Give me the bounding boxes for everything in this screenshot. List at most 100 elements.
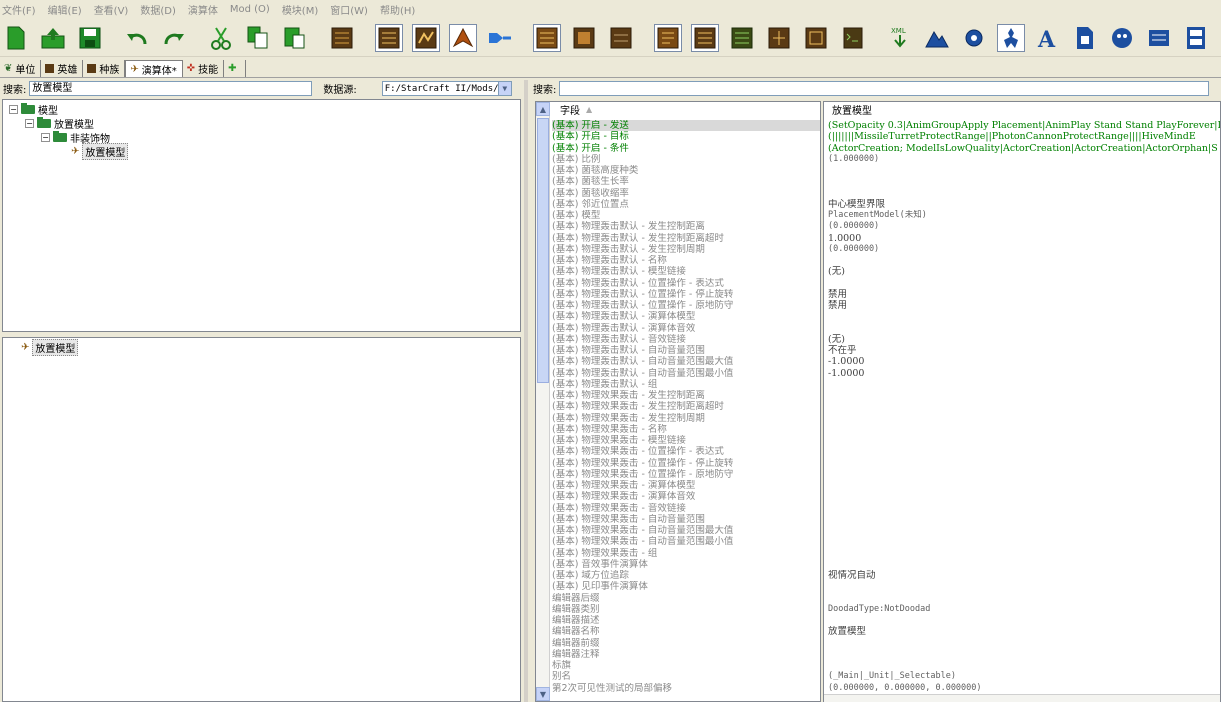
menu-actor[interactable]: 演算体	[188, 2, 218, 17]
field-row[interactable]: (基本) 物理效果轰击 - 音效链接	[552, 503, 820, 514]
value-cell[interactable]: (0.000000)	[828, 221, 1220, 232]
list-item[interactable]: ✈ 放置模型	[21, 339, 79, 356]
undo-icon[interactable]	[123, 24, 151, 52]
data-module-icon[interactable]	[375, 23, 403, 52]
open-file-icon[interactable]	[39, 24, 67, 52]
tab-races[interactable]: 种族	[83, 60, 126, 77]
field-row[interactable]: (基本) 物理效果轰击 - 位置操作 - 表达式	[552, 446, 820, 457]
import-icon[interactable]	[839, 24, 867, 52]
value-cell[interactable]: 禁用	[828, 300, 1220, 311]
field-row[interactable]: 标旗	[552, 660, 820, 671]
field-row[interactable]: (基本) 物理效果轰击 - 名称	[552, 424, 820, 435]
field-row[interactable]: (基本) 物理效果轰击 - 位置操作 - 停止旋转	[552, 458, 820, 469]
new-file-icon[interactable]	[2, 24, 30, 52]
field-row[interactable]: (基本) 邻近位置点	[552, 199, 820, 210]
value-cell[interactable]: 放置模型	[828, 626, 1220, 637]
connector-icon[interactable]	[486, 24, 514, 52]
trigger-module-icon[interactable]	[412, 23, 440, 52]
tab-add[interactable]: ✚	[224, 60, 246, 77]
menu-window[interactable]: 窗口(W)	[330, 2, 368, 17]
value-cell[interactable]: -1.0000	[828, 356, 1220, 367]
pane-splitter[interactable]	[524, 80, 528, 702]
field-row[interactable]: (基本) 物理效果轰击 - 自动音量范围	[552, 514, 820, 525]
value-cell[interactable]: PlacementModel(未知)	[828, 210, 1220, 221]
field-search-input[interactable]	[559, 81, 1210, 96]
chevron-up-icon[interactable]: ▲	[536, 102, 550, 116]
field-row[interactable]: (基本) 物理效果轰击 - 位置操作 - 原地防守	[552, 469, 820, 480]
field-row[interactable]: (基本) 物理轰击默认 - 位置操作 - 原地防守	[552, 300, 820, 311]
scroll-thumb[interactable]	[537, 118, 549, 383]
redo-icon[interactable]	[160, 24, 188, 52]
value-cell[interactable]: (1.000000)	[828, 154, 1220, 165]
field-row[interactable]: (基本) 物理效果轰击 - 演算体模型	[552, 480, 820, 491]
field-row[interactable]: (基本) 物理轰击默认 - 自动音量范围最大值	[552, 356, 820, 367]
value-hscrollbar[interactable]	[824, 694, 1220, 702]
collapse-icon[interactable]: −	[25, 119, 34, 128]
value-cell[interactable]: 不在乎	[828, 345, 1220, 356]
field-row[interactable]: (基本) 物理轰击默认 - 位置操作 - 停止旋转	[552, 289, 820, 300]
field-row[interactable]: (基本) 菌毯收缩率	[552, 188, 820, 199]
terrain-module-icon[interactable]	[328, 24, 356, 52]
field-row[interactable]: (基本) 物理效果轰击 - 演算体音效	[552, 491, 820, 502]
copy-icon[interactable]	[244, 24, 272, 52]
collapse-icon[interactable]: −	[9, 105, 18, 114]
unit-editor-icon[interactable]	[997, 23, 1025, 52]
field-row[interactable]: 编辑器前缀	[552, 638, 820, 649]
menu-data[interactable]: 数据(D)	[140, 2, 176, 17]
field-row[interactable]: (基本) 物理轰击默认 - 演算体音效	[552, 323, 820, 334]
field-row[interactable]: (基本) 物理效果轰击 - 发生控制距离超时	[552, 401, 820, 412]
import-module-icon[interactable]	[533, 23, 561, 52]
field-row[interactable]: (基本) 物理轰击默认 - 模型链接	[552, 266, 820, 277]
field-row[interactable]: (基本) 物理轰击默认 - 音效链接	[552, 334, 820, 345]
actor-module-icon[interactable]	[449, 23, 477, 52]
search-input[interactable]: 放置模型	[29, 81, 313, 96]
field-scrollbar[interactable]: ▲ ▼	[536, 102, 550, 701]
field-row[interactable]: (基本) 物理轰击默认 - 自动音量范围	[552, 345, 820, 356]
field-row[interactable]: (基本) 物理轰击默认 - 演算体模型	[552, 311, 820, 322]
field-row[interactable]: (基本) 音效事件演算体	[552, 559, 820, 570]
field-row[interactable]: (基本) 开启 - 条件	[552, 143, 820, 154]
field-row[interactable]: (基本) 物理轰击默认 - 发生控制距离	[552, 221, 820, 232]
field-row[interactable]: (基本) 物理轰击默认 - 名称	[552, 255, 820, 266]
chevron-down-icon[interactable]: ▼	[497, 82, 511, 95]
field-row[interactable]: 编辑器类别	[552, 604, 820, 615]
terrain-icon[interactable]	[923, 24, 951, 52]
text-module-icon[interactable]	[654, 23, 682, 52]
menu-module[interactable]: 模块(M)	[282, 2, 318, 17]
menu-mod[interactable]: Mod (O)	[230, 4, 270, 15]
value-cell[interactable]: 视情况自动	[828, 570, 1220, 581]
tab-abilities[interactable]: ✜ 技能	[183, 60, 225, 77]
value-cell[interactable]: DoodadType:NotDoodad	[828, 604, 1220, 615]
field-row[interactable]: (基本) 比例	[552, 154, 820, 165]
field-row[interactable]: (基本) 菌毯生长率	[552, 176, 820, 187]
cutscene-module-icon[interactable]	[765, 24, 793, 52]
xml-module-icon[interactable]	[607, 24, 635, 52]
tree-node-root[interactable]: − 模型	[9, 103, 58, 117]
field-row[interactable]: (基本) 物理效果轰击 - 发生控制距离	[552, 390, 820, 401]
field-row[interactable]: (基本) 开启 - 目标	[552, 131, 820, 142]
field-row[interactable]: (基本) 模型	[552, 210, 820, 221]
value-cell[interactable]: (SetOpacity 0.3|AnimGroupApply Placement…	[828, 120, 1220, 131]
collapse-icon[interactable]: −	[41, 133, 50, 142]
ui-module-icon[interactable]	[691, 23, 719, 52]
archive-module-icon[interactable]	[802, 24, 830, 52]
value-cell[interactable]: (_Main|_Unit|_Selectable)	[828, 671, 1220, 682]
save-icon[interactable]	[76, 24, 104, 52]
text-editor-icon[interactable]: A	[1034, 24, 1062, 52]
field-row[interactable]: (基本) 菌毯高度种类	[552, 165, 820, 176]
menu-file[interactable]: 文件(F)	[2, 2, 36, 17]
field-row[interactable]: (基本) 物理轰击默认 - 位置操作 - 表达式	[552, 278, 820, 289]
ai-editor-icon[interactable]	[1108, 24, 1136, 52]
field-row[interactable]: (基本) 物理轰击默认 - 自动音量范围最小值	[552, 368, 820, 379]
field-row[interactable]: 编辑器描述	[552, 615, 820, 626]
tab-units[interactable]: ❦ 单位	[0, 60, 42, 77]
field-row[interactable]: 第2次可见性测试的局部偏移	[552, 683, 820, 694]
field-row[interactable]: (基本) 物理效果轰击 - 模型链接	[552, 435, 820, 446]
menu-edit[interactable]: 编辑(E)	[48, 2, 82, 17]
field-row[interactable]: (基本) 物理轰击默认 - 发生控制周期	[552, 244, 820, 255]
tab-actors[interactable]: ✈ 演算体*	[125, 60, 183, 77]
field-row[interactable]: (基本) 物理轰击默认 - 发生控制距离超时	[552, 233, 820, 244]
script-module-icon[interactable]	[570, 24, 598, 52]
field-row[interactable]: 编辑器注释	[552, 649, 820, 660]
paste-icon[interactable]	[281, 24, 309, 52]
